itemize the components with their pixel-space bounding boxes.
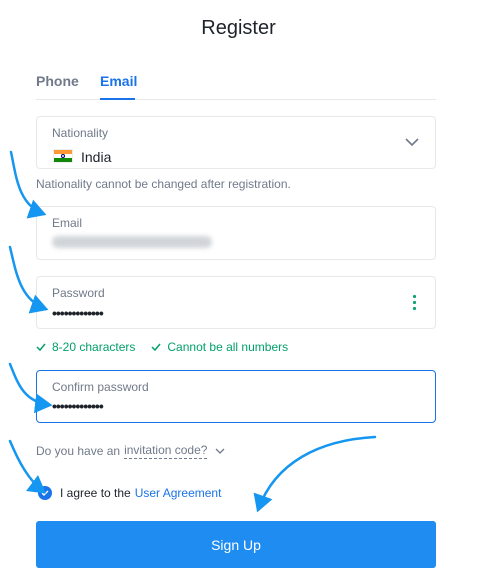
- password-label: Password: [52, 286, 105, 300]
- tab-phone[interactable]: Phone: [36, 73, 79, 89]
- requirement-length: 8-20 characters: [36, 340, 135, 354]
- invitation-prefix: Do you have an: [36, 444, 121, 458]
- agreement-checkbox[interactable]: [38, 486, 52, 500]
- requirement-not-numbers: Cannot be all numbers: [151, 340, 288, 354]
- check-icon: [41, 490, 49, 496]
- arrow-to-sign-up: [253, 435, 377, 513]
- nationality-value: India: [81, 149, 112, 165]
- email-label: Email: [52, 216, 83, 230]
- check-icon: [151, 343, 161, 352]
- nationality-label: Nationality: [52, 126, 109, 140]
- requirement-not-numbers-text: Cannot be all numbers: [167, 340, 289, 354]
- more-vertical-icon[interactable]: [413, 295, 417, 313]
- active-tab-indicator: [100, 98, 135, 100]
- requirement-length-text: 8-20 characters: [52, 340, 136, 354]
- india-flag-icon: [53, 149, 73, 163]
- sign-up-button[interactable]: Sign Up: [36, 521, 436, 568]
- invitation-code-link[interactable]: invitation code?: [124, 443, 208, 459]
- email-field[interactable]: Email: [36, 206, 436, 260]
- page-title: Register: [201, 17, 276, 39]
- agreement-row: I agree to the User Agreement: [38, 486, 221, 500]
- password-requirements: 8-20 characters Cannot be all numbers: [36, 340, 288, 354]
- check-icon: [36, 343, 46, 352]
- register-tabs: Phone Email: [36, 70, 436, 100]
- nationality-select[interactable]: Nationality India: [36, 116, 436, 169]
- agreement-text: I agree to the: [60, 486, 131, 500]
- confirm-password-field[interactable]: Confirm password •••••••••••••: [36, 370, 436, 423]
- confirm-password-label: Confirm password: [52, 380, 149, 394]
- tab-email[interactable]: Email: [100, 73, 137, 89]
- invitation-code-toggle[interactable]: Do you have an invitation code?: [36, 443, 225, 459]
- user-agreement-link[interactable]: User Agreement: [135, 486, 222, 500]
- chevron-down-icon: [215, 448, 225, 454]
- password-field[interactable]: Password •••••••••••••: [36, 276, 436, 329]
- password-value: •••••••••••••: [52, 305, 104, 321]
- nationality-helper-text: Nationality cannot be changed after regi…: [36, 177, 291, 191]
- confirm-password-value: •••••••••••••: [52, 398, 104, 414]
- chevron-down-icon: [405, 138, 419, 147]
- email-value-blurred: [52, 236, 212, 248]
